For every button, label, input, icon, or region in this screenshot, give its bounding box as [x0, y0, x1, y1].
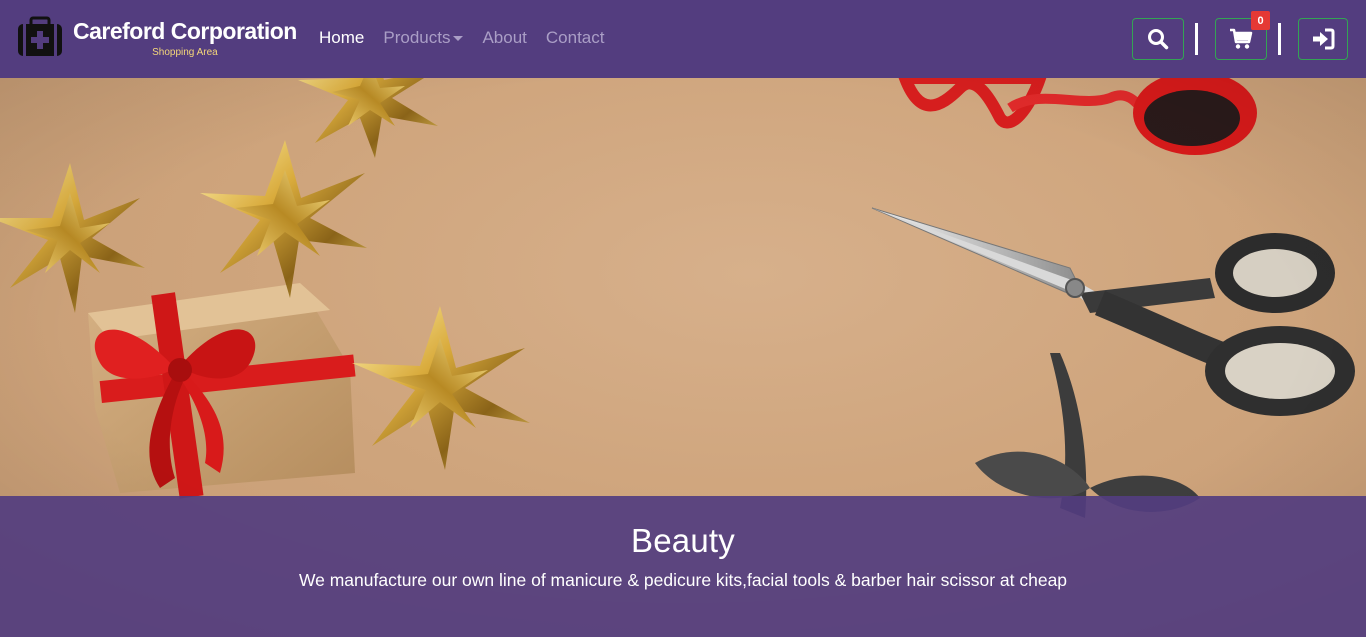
hero-description: We manufacture our own line of manicure …	[298, 570, 1068, 590]
nav-contact-link[interactable]: Contact	[546, 28, 605, 48]
shopping-cart-icon	[1230, 28, 1253, 49]
nav-divider	[1195, 23, 1198, 55]
hero-banner: Beauty We manufacture our own line of ma…	[0, 78, 1366, 637]
login-button[interactable]	[1298, 18, 1348, 60]
cart-count-badge: 0	[1251, 11, 1270, 30]
hero-caption: Beauty We manufacture our own line of ma…	[0, 496, 1366, 637]
search-icon	[1148, 29, 1169, 50]
brand-title: Careford Corporation	[73, 18, 297, 44]
nav-divider	[1278, 23, 1281, 55]
caret-down-icon	[453, 36, 464, 42]
main-nav: Home Products About Contact	[319, 28, 623, 48]
nav-products-label: Products	[383, 28, 451, 47]
nav-home-link[interactable]: Home	[319, 28, 364, 48]
sign-in-icon	[1313, 28, 1335, 50]
brand-logo-link[interactable]: Careford Corporation Shopping Area	[16, 16, 297, 58]
cart-button[interactable]: 0	[1215, 11, 1270, 60]
hero-title: Beauty	[631, 522, 735, 559]
brand-subtitle: Shopping Area	[152, 47, 218, 58]
navbar: Careford Corporation Shopping Area Home …	[0, 0, 1366, 78]
medical-kit-icon	[18, 16, 62, 56]
nav-products-dropdown[interactable]: Products	[383, 28, 464, 48]
search-button[interactable]	[1132, 18, 1184, 60]
nav-about-link[interactable]: About	[482, 28, 526, 48]
